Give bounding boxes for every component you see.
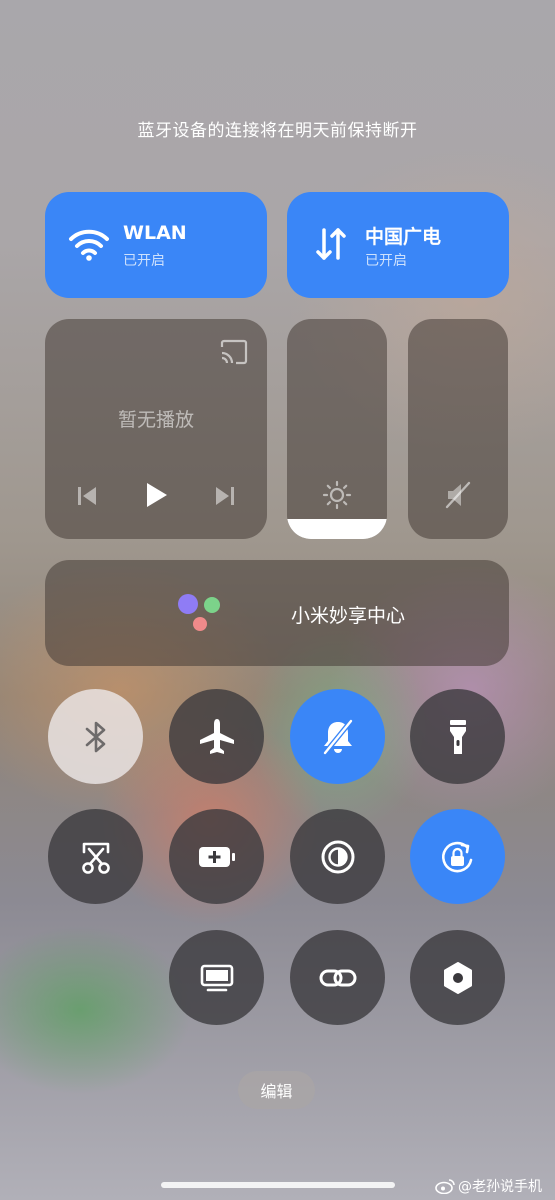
airplane-toggle[interactable] bbox=[169, 689, 264, 784]
wlan-title: WLAN bbox=[123, 222, 187, 244]
flashlight-icon bbox=[449, 719, 466, 754]
share-center-logo-icon bbox=[178, 594, 220, 631]
bluetooth-toggle[interactable] bbox=[48, 689, 143, 784]
volume-slider[interactable] bbox=[408, 319, 508, 539]
mute-icon bbox=[445, 481, 471, 509]
screenshot-toggle[interactable] bbox=[48, 809, 143, 904]
scissors-icon bbox=[81, 842, 110, 874]
share-center-label: 小米妙享中心 bbox=[291, 605, 406, 627]
bluetooth-notice: 蓝牙设备的连接将在明天前保持断开 bbox=[137, 121, 418, 141]
media-tile[interactable]: 暂无播放 bbox=[45, 319, 267, 539]
battery-plus-icon bbox=[198, 846, 235, 867]
data-arrows-icon bbox=[316, 228, 346, 260]
weibo-icon bbox=[435, 1179, 455, 1194]
link-toggle[interactable] bbox=[290, 930, 385, 1025]
wlan-tile[interactable]: WLAN 已开启 bbox=[45, 192, 267, 298]
hexagon-settings-icon bbox=[443, 961, 472, 994]
brightness-fill bbox=[287, 519, 387, 539]
wlan-status: 已开启 bbox=[123, 253, 165, 269]
media-empty-label: 暂无播放 bbox=[117, 409, 194, 431]
monitor-icon bbox=[200, 964, 233, 991]
screen-cast-toggle[interactable] bbox=[169, 930, 264, 1025]
rotation-lock-icon bbox=[441, 841, 472, 872]
play-icon[interactable] bbox=[145, 481, 169, 509]
brightness-icon bbox=[322, 480, 352, 510]
mobile-data-title: 中国广电 bbox=[365, 226, 442, 248]
edit-button[interactable]: 编辑 bbox=[238, 1071, 315, 1109]
dark-mode-toggle[interactable] bbox=[290, 809, 385, 904]
bluetooth-icon bbox=[85, 721, 105, 752]
watermark: @老孙说手机 bbox=[435, 1176, 542, 1196]
brightness-slider[interactable] bbox=[287, 319, 387, 539]
wifi-icon bbox=[69, 229, 109, 261]
battery-saver-toggle[interactable] bbox=[169, 809, 264, 904]
link-icon bbox=[319, 969, 356, 986]
mobile-data-tile[interactable]: 中国广电 已开启 bbox=[287, 192, 509, 298]
home-indicator[interactable] bbox=[161, 1182, 395, 1188]
watermark-text: @老孙说手机 bbox=[458, 1179, 542, 1195]
airplane-icon bbox=[199, 718, 234, 754]
contrast-icon bbox=[321, 840, 354, 873]
share-center-tile[interactable]: 小米妙享中心 bbox=[45, 560, 509, 666]
cast-icon[interactable] bbox=[219, 339, 249, 365]
rotation-lock-toggle[interactable] bbox=[410, 809, 505, 904]
next-icon[interactable] bbox=[214, 485, 236, 507]
previous-icon[interactable] bbox=[76, 485, 98, 507]
mobile-data-status: 已开启 bbox=[365, 253, 407, 269]
settings-toggle[interactable] bbox=[410, 930, 505, 1025]
silent-toggle[interactable] bbox=[290, 689, 385, 784]
bell-mute-icon bbox=[322, 718, 353, 755]
flashlight-toggle[interactable] bbox=[410, 689, 505, 784]
